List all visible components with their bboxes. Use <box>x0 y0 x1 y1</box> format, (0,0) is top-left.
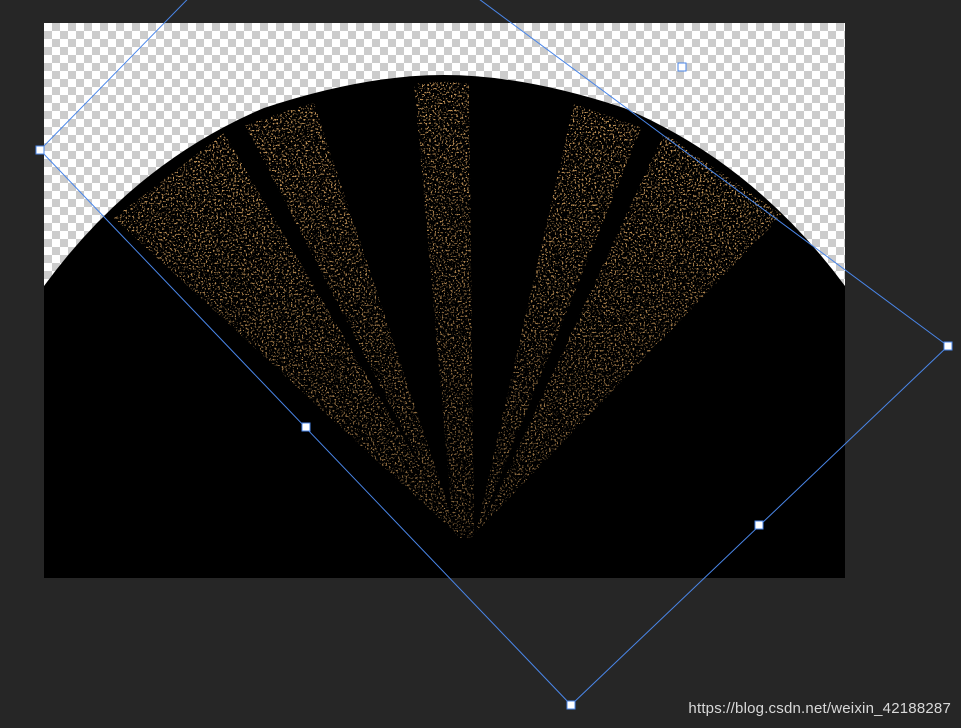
watermark-url: https://blog.csdn.net/weixin_42188287 <box>688 700 951 717</box>
document-canvas[interactable] <box>44 23 845 578</box>
transform-handle-top-right-middle[interactable] <box>677 62 687 72</box>
transform-handle-left-middle[interactable] <box>35 145 45 155</box>
transform-handle-right-corner[interactable] <box>943 341 953 351</box>
transform-handle-bottom-left-middle[interactable] <box>301 422 311 432</box>
sonar-image-layer <box>44 75 845 578</box>
editor-workspace: https://blog.csdn.net/weixin_42188287 <box>0 0 961 728</box>
transform-handle-bottom-right-middle[interactable] <box>754 520 764 530</box>
transform-handle-bottom-corner[interactable] <box>566 700 576 710</box>
